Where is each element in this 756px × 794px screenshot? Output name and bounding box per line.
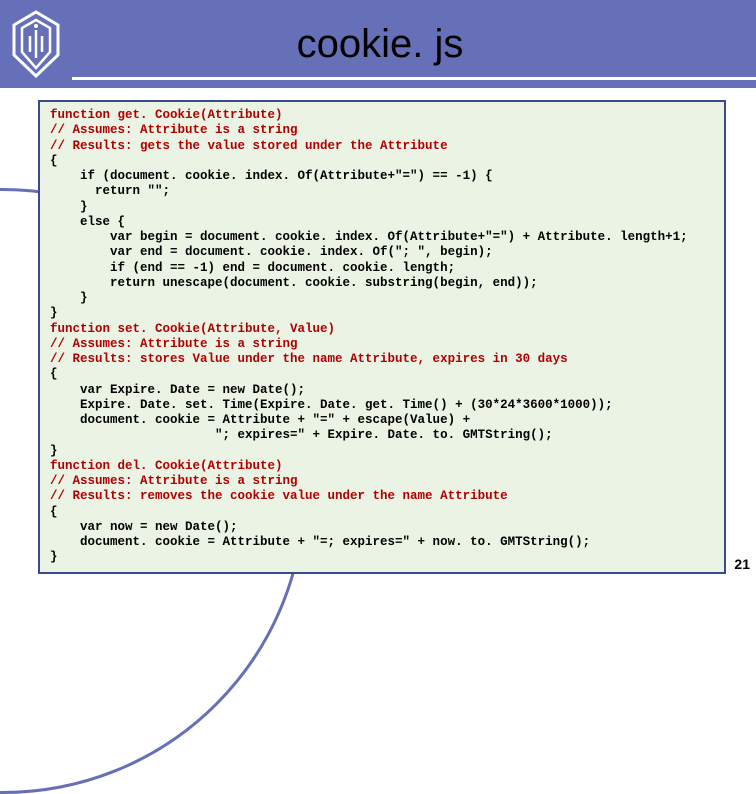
- code-line: // Assumes: Attribute is a string: [50, 337, 298, 351]
- slide-title: cookie. js: [64, 22, 756, 67]
- code-line: // Assumes: Attribute is a string: [50, 123, 298, 137]
- code-line: document. cookie = Attribute + "=" + esc…: [50, 413, 470, 427]
- code-line: }: [50, 200, 88, 214]
- code-line: function set. Cookie(Attribute, Value): [50, 322, 335, 336]
- code-line: // Results: gets the value stored under …: [50, 139, 448, 153]
- slide-header: cookie. js: [0, 0, 756, 88]
- code-line: function del. Cookie(Attribute): [50, 459, 283, 473]
- code-line: var begin = document. cookie. index. Of(…: [50, 230, 688, 244]
- code-line: return unescape(document. cookie. substr…: [50, 276, 538, 290]
- slide-content: function get. Cookie(Attribute) // Assum…: [0, 88, 756, 584]
- code-line: {: [50, 505, 58, 519]
- code-line: }: [50, 291, 88, 305]
- code-line: var Expire. Date = new Date();: [50, 383, 305, 397]
- code-line: if (document. cookie. index. Of(Attribut…: [50, 169, 493, 183]
- logo-icon: [8, 10, 64, 78]
- code-line: "; expires=" + Expire. Date. to. GMTStri…: [50, 428, 553, 442]
- code-line: var end = document. cookie. index. Of(";…: [50, 245, 493, 259]
- code-line: document. cookie = Attribute + "=; expir…: [50, 535, 590, 549]
- code-line: // Results: stores Value under the name …: [50, 352, 568, 366]
- code-line: function get. Cookie(Attribute): [50, 108, 283, 122]
- code-line: // Assumes: Attribute is a string: [50, 474, 298, 488]
- code-line: Expire. Date. set. Time(Expire. Date. ge…: [50, 398, 613, 412]
- code-line: return "";: [50, 184, 170, 198]
- code-line: // Results: removes the cookie value und…: [50, 489, 508, 503]
- code-block: function get. Cookie(Attribute) // Assum…: [38, 100, 726, 574]
- header-divider: [72, 77, 756, 80]
- code-line: var now = new Date();: [50, 520, 238, 534]
- code-line: }: [50, 550, 58, 564]
- code-line: }: [50, 444, 58, 458]
- code-line: else {: [50, 215, 125, 229]
- code-line: }: [50, 306, 58, 320]
- code-line: if (end == -1) end = document. cookie. l…: [50, 261, 455, 275]
- code-line: {: [50, 367, 58, 381]
- code-line: {: [50, 154, 58, 168]
- decorative-curve: [0, 88, 30, 584]
- page-number: 21: [734, 556, 750, 572]
